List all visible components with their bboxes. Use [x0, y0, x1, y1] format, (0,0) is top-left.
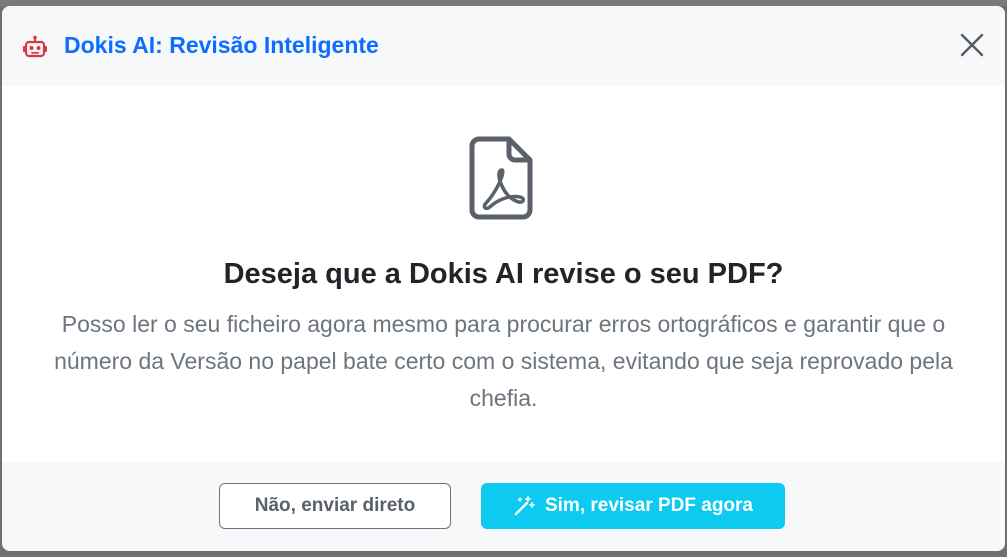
review-pdf-button[interactable]: Sim, revisar PDF agora [481, 483, 785, 529]
magic-wand-icon [514, 496, 535, 516]
modal-footer: Não, enviar direto Sim, revisar PDF agor… [2, 462, 1005, 551]
review-pdf-label: Sim, revisar PDF agora [544, 495, 754, 516]
ai-review-modal: Dokis AI: Revisão Inteligente Deseja que… [2, 6, 1005, 551]
file-pdf-icon [469, 136, 533, 220]
modal-title: Dokis AI: Revisão Inteligente [64, 32, 379, 58]
modal-header: Dokis AI: Revisão Inteligente [2, 6, 1005, 86]
robot-icon [23, 35, 47, 58]
review-description: Posso ler o seu ficheiro agora mesmo par… [54, 311, 953, 411]
review-question: Deseja que a Dokis AI revise o seu PDF? [223, 258, 784, 290]
send-direct-button[interactable]: Não, enviar direto [219, 483, 451, 529]
modal-body: Deseja que a Dokis AI revise o seu PDF? … [2, 86, 1005, 462]
close-icon[interactable] [959, 32, 985, 58]
send-direct-label: Não, enviar direto [254, 495, 416, 516]
